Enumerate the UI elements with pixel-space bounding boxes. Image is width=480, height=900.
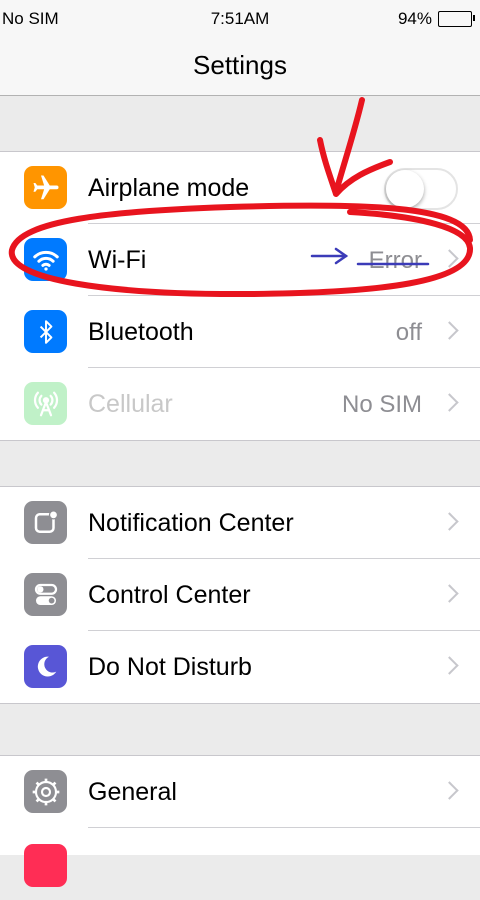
partial-row-icon <box>24 844 67 887</box>
settings-row-label: Control Center <box>88 581 251 609</box>
cellular-status-value: No SIM <box>341 391 422 418</box>
page-title: Settings <box>193 50 287 80</box>
settings-row-general[interactable]: General <box>0 756 480 828</box>
settings-row-notification-center[interactable]: Notification Center <box>0 487 480 559</box>
chevron-right-icon <box>440 321 459 340</box>
battery-indicator: 94% <box>397 9 475 29</box>
chevron-right-icon <box>440 512 459 531</box>
cellular-icon <box>24 382 67 425</box>
battery-percent: 94% <box>397 9 432 28</box>
control-center-icon <box>24 573 67 616</box>
settings-row-label: Notification Center <box>88 509 294 537</box>
settings-row-cellular[interactable]: Cellular No SIM <box>0 368 480 440</box>
settings-group-connectivity: Airplane mode Wi-Fi Error Bluetooth off <box>0 151 480 441</box>
wifi-status-value: Error <box>368 247 422 274</box>
chevron-right-icon <box>440 584 459 603</box>
settings-row-airplane-mode[interactable]: Airplane mode <box>0 152 480 224</box>
settings-row-label: Wi-Fi <box>88 246 147 274</box>
nav-bar: Settings <box>0 36 480 96</box>
settings-group-general: General <box>0 755 480 887</box>
gear-icon <box>24 770 67 813</box>
chevron-right-icon <box>440 393 459 412</box>
chevron-right-icon <box>440 781 459 800</box>
chevron-right-icon <box>440 656 459 675</box>
status-bar: No SIM 7:51AM 94% <box>0 0 480 36</box>
settings-row-label: Bluetooth <box>88 318 194 346</box>
settings-row-label: Do Not Disturb <box>88 653 252 681</box>
settings-row-label: General <box>88 778 177 806</box>
wifi-icon <box>24 238 67 281</box>
settings-row-label: Airplane mode <box>88 174 250 202</box>
settings-row-control-center[interactable]: Control Center <box>0 559 480 631</box>
settings-row-bluetooth[interactable]: Bluetooth off <box>0 296 480 368</box>
settings-row-partial[interactable] <box>0 828 480 900</box>
battery-icon <box>438 11 475 27</box>
settings-group-centers: Notification Center Control Center Do No… <box>0 486 480 704</box>
settings-row-label: Cellular <box>88 390 173 418</box>
settings-row-do-not-disturb[interactable]: Do Not Disturb <box>0 631 480 703</box>
moon-icon <box>24 645 67 688</box>
airplane-mode-toggle[interactable] <box>384 168 458 210</box>
chevron-right-icon <box>440 249 459 268</box>
notification-center-icon <box>24 501 67 544</box>
airplane-icon <box>24 166 67 209</box>
settings-row-wifi[interactable]: Wi-Fi Error <box>0 224 480 296</box>
bluetooth-icon <box>24 310 67 353</box>
bluetooth-status-value: off <box>395 319 422 346</box>
